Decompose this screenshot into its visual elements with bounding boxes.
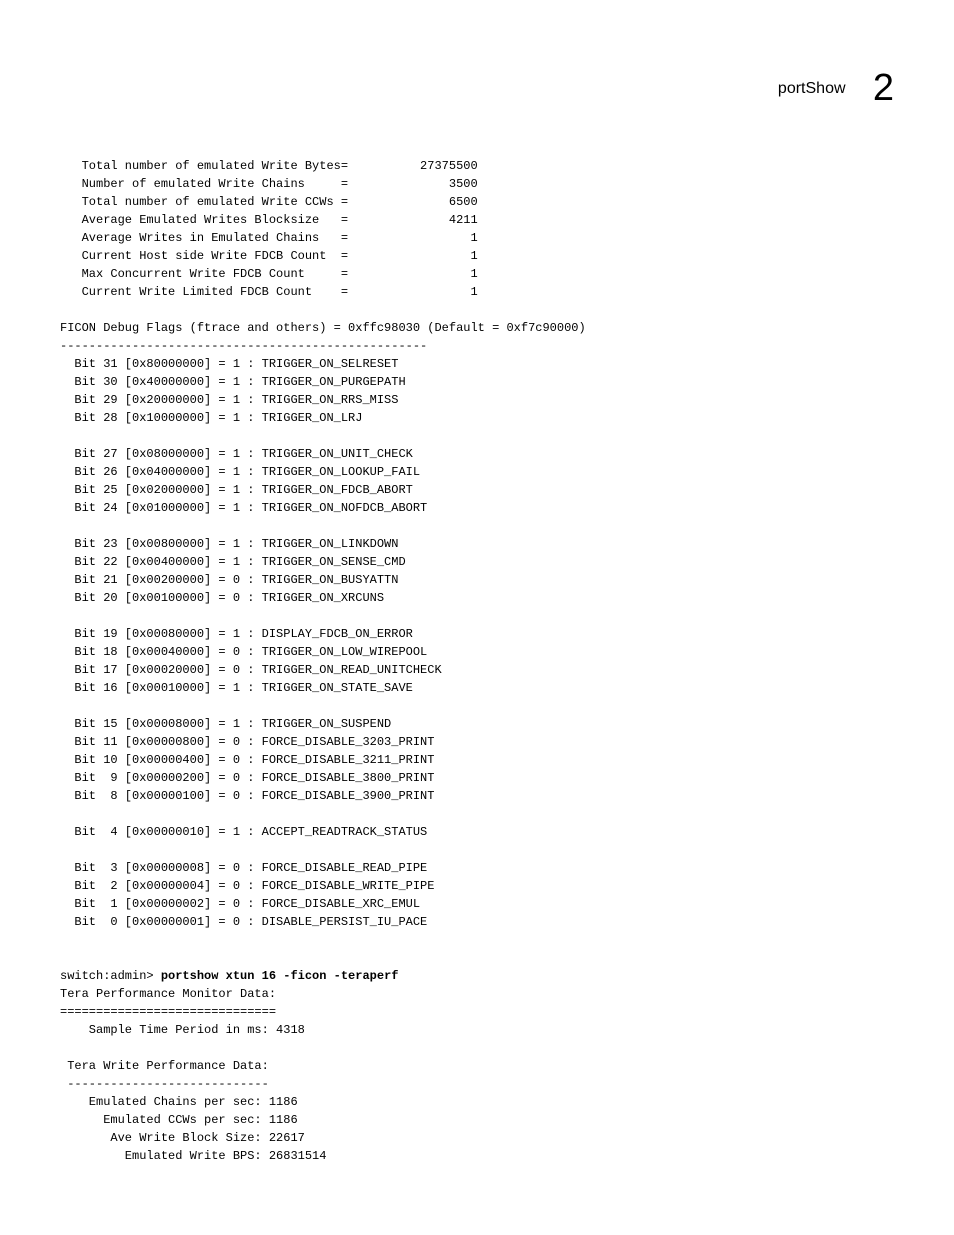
blank-line-1: [60, 301, 894, 319]
command-text: portshow xtun 16 -ficon -teraperf: [161, 969, 399, 983]
header-page-number: 2: [873, 60, 894, 117]
header-title: portShow: [778, 77, 846, 101]
page-header: portShow 2: [60, 60, 894, 117]
stats-block: Total number of emulated Write Bytes= 27…: [60, 157, 894, 301]
prompt: switch:admin>: [60, 969, 161, 983]
blank-line-2: [60, 931, 894, 967]
bit-flags-block: Bit 31 [0x80000000] = 1 : TRIGGER_ON_SEL…: [60, 355, 894, 931]
command-line: switch:admin> portshow xtun 16 -ficon -t…: [60, 967, 894, 985]
ficon-divider: ----------------------------------------…: [60, 337, 894, 355]
tera-block: Tera Performance Monitor Data: =========…: [60, 985, 894, 1165]
ficon-header: FICON Debug Flags (ftrace and others) = …: [60, 319, 894, 337]
